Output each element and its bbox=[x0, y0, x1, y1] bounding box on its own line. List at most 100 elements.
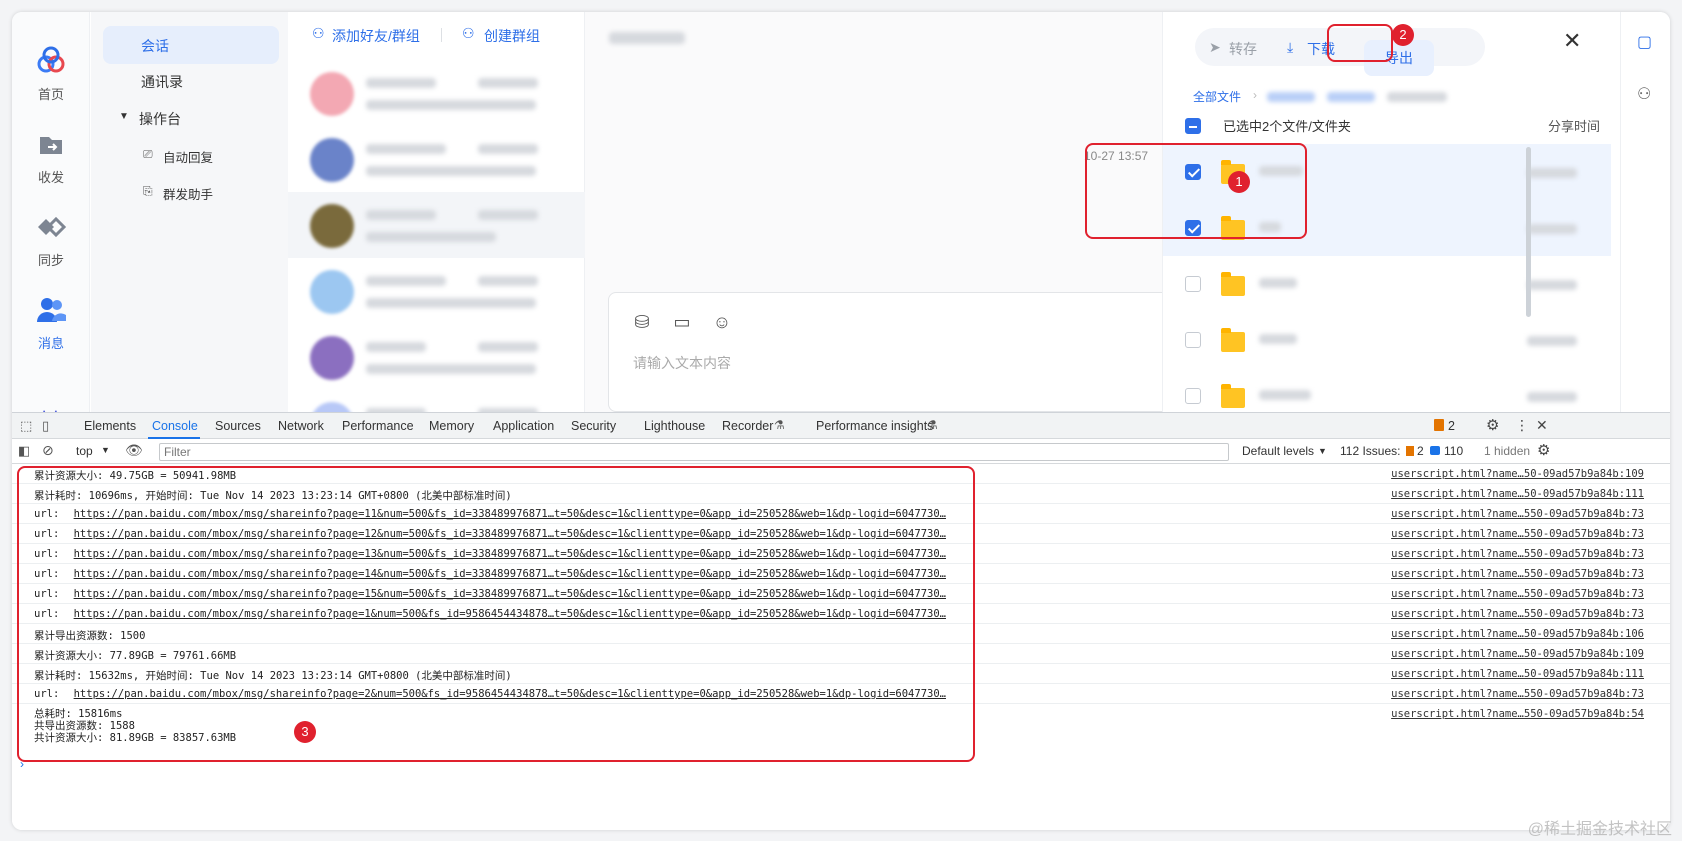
screen-icon[interactable]: ▭ bbox=[671, 311, 693, 333]
sidebar-item-console[interactable]: 操作台 bbox=[139, 109, 181, 129]
filter-input[interactable]: Filter bbox=[159, 443, 1229, 461]
caret-down-icon[interactable]: ▼ bbox=[119, 111, 129, 122]
select-all-checkbox[interactable] bbox=[1185, 118, 1201, 134]
log-source-link[interactable]: userscript.html?name…50-09ad57b9a84b:111 bbox=[1391, 668, 1644, 680]
file-row[interactable] bbox=[1163, 312, 1611, 368]
conversation-item[interactable] bbox=[288, 60, 585, 126]
log-source-link[interactable]: userscript.html?name…550-09ad57b9a84b:73 bbox=[1391, 508, 1644, 520]
folder-icon bbox=[1221, 328, 1245, 352]
conversation-item[interactable] bbox=[288, 258, 585, 324]
folder-icon bbox=[1221, 384, 1245, 408]
add-friend-button[interactable]: 添加好友/群组 bbox=[332, 26, 420, 46]
device-toggle-icon[interactable]: ▯ bbox=[42, 418, 49, 434]
issues-label[interactable]: 112 Issues: bbox=[1340, 444, 1400, 458]
sidebar-toggle-icon[interactable]: ◧ bbox=[18, 443, 30, 459]
context-select[interactable]: top bbox=[76, 444, 93, 458]
folder-share-icon[interactable]: ⛁ bbox=[631, 311, 653, 333]
warning-count[interactable]: 2 bbox=[1448, 419, 1455, 433]
conversation-item-selected[interactable] bbox=[288, 192, 585, 258]
clear-console-icon[interactable]: ⊘ bbox=[42, 442, 54, 459]
console-toolbar: ◧ ⊘ top ▼ 👁 Filter Default levels ▼ 112 … bbox=[12, 440, 1670, 464]
rail-item-messages[interactable]: 消息 bbox=[12, 293, 90, 352]
file-row[interactable] bbox=[1163, 256, 1611, 312]
close-devtools-icon[interactable]: ✕ bbox=[1536, 417, 1548, 434]
tab-elements[interactable]: Elements bbox=[84, 419, 136, 433]
annotation-badge: 3 bbox=[294, 721, 316, 743]
devtools-panel: ⬚ ▯ Elements Console Sources Network Per… bbox=[12, 412, 1670, 830]
right-strip: ▢ ⚇ bbox=[1620, 12, 1670, 442]
row-checkbox[interactable] bbox=[1185, 276, 1201, 292]
log-source-link[interactable]: userscript.html?name…50-09ad57b9a84b:109 bbox=[1391, 468, 1644, 480]
message-composer[interactable]: ⛁ ▭ ☺ 请输入文本内容 bbox=[608, 292, 1208, 412]
tab-lighthouse[interactable]: Lighthouse bbox=[644, 419, 705, 433]
log-source-link[interactable]: userscript.html?name…550-09ad57b9a84b:73 bbox=[1391, 588, 1644, 600]
rail-item-transfer[interactable]: 收发 bbox=[12, 127, 90, 186]
breadcrumb-root[interactable]: 全部文件 bbox=[1193, 88, 1241, 105]
gear-icon[interactable]: ⚙ bbox=[1486, 416, 1499, 434]
eye-icon[interactable]: 👁 bbox=[125, 442, 143, 459]
auto-reply-icon: ⎚ bbox=[143, 147, 153, 161]
sidebar-item-contacts[interactable]: 通讯录 bbox=[141, 72, 183, 92]
tab-performance-insights[interactable]: Performance insights bbox=[816, 419, 933, 433]
folder-outline-icon[interactable]: ▢ bbox=[1637, 32, 1652, 52]
log-source-link[interactable]: userscript.html?name…550-09ad57b9a84b:73 bbox=[1391, 608, 1644, 620]
log-source-link[interactable]: userscript.html?name…550-09ad57b9a84b:73 bbox=[1391, 548, 1644, 560]
info-icon bbox=[1430, 446, 1440, 455]
log-source-link[interactable]: userscript.html?name…550-09ad57b9a84b:73 bbox=[1391, 688, 1644, 700]
user-switch-icon[interactable]: ⚇ bbox=[1637, 84, 1651, 104]
conversation-item[interactable] bbox=[288, 126, 585, 192]
more-icon[interactable]: ⋮ bbox=[1515, 417, 1529, 434]
sidebar-item-auto-reply[interactable]: 自动回复 bbox=[163, 147, 213, 166]
log-source-link[interactable]: userscript.html?name…550-09ad57b9a84b:54 bbox=[1391, 708, 1644, 720]
log-source-link[interactable]: userscript.html?name…550-09ad57b9a84b:73 bbox=[1391, 528, 1644, 540]
chat-area: 10-27 13:57 ⛁ ▭ ☺ 请输入文本内容 bbox=[585, 12, 1208, 442]
console-settings-icon[interactable]: ⚙ bbox=[1537, 441, 1550, 459]
rail-item-sync[interactable]: 同步 bbox=[12, 210, 90, 269]
annotation-box bbox=[1327, 24, 1393, 62]
conversation-list: ⚇ 添加好友/群组 ⚇ 创建群组 bbox=[288, 12, 585, 446]
flask-icon: ⚗ bbox=[927, 418, 938, 432]
tab-security[interactable]: Security bbox=[571, 419, 616, 433]
annotation-box bbox=[1085, 143, 1307, 239]
tab-recorder[interactable]: Recorder bbox=[722, 419, 773, 433]
create-group-button[interactable]: 创建群组 bbox=[484, 26, 540, 46]
rail-label: 消息 bbox=[37, 336, 64, 351]
log-source-link[interactable]: userscript.html?name…50-09ad57b9a84b:109 bbox=[1391, 648, 1644, 660]
conversation-item[interactable] bbox=[288, 324, 585, 390]
sync-icon bbox=[38, 216, 67, 238]
emoji-icon[interactable]: ☺ bbox=[711, 311, 733, 333]
log-source-link[interactable]: userscript.html?name…50-09ad57b9a84b:106 bbox=[1391, 628, 1644, 640]
annotation-box bbox=[17, 466, 975, 762]
row-checkbox[interactable] bbox=[1185, 388, 1201, 404]
log-source-link[interactable]: userscript.html?name…50-09ad57b9a84b:111 bbox=[1391, 488, 1644, 500]
inspect-icon[interactable]: ⬚ bbox=[20, 418, 32, 434]
tab-sources[interactable]: Sources bbox=[215, 419, 261, 433]
close-icon[interactable]: ✕ bbox=[1563, 28, 1581, 54]
sidebar-item-sessions[interactable]: 会话 bbox=[141, 36, 169, 56]
tab-console[interactable]: Console bbox=[152, 419, 198, 433]
tab-memory[interactable]: Memory bbox=[429, 419, 474, 433]
log-source-link[interactable]: userscript.html?name…550-09ad57b9a84b:73 bbox=[1391, 568, 1644, 580]
save-button[interactable]: 转存 bbox=[1229, 39, 1257, 59]
tab-application[interactable]: Application bbox=[493, 419, 554, 433]
hidden-count: 1 hidden bbox=[1484, 444, 1531, 458]
watermark: @稀土掘金技术社区 bbox=[1527, 821, 1672, 838]
selection-info: 已选中2个文件/文件夹 bbox=[1223, 119, 1351, 134]
tab-network[interactable]: Network bbox=[278, 419, 324, 433]
log-levels-select[interactable]: Default levels bbox=[1242, 444, 1314, 458]
issues-info-count[interactable]: 110 bbox=[1444, 444, 1463, 458]
annotation-badge: 1 bbox=[1228, 171, 1250, 193]
tab-performance[interactable]: Performance bbox=[342, 419, 414, 433]
breadcrumb-item bbox=[1267, 92, 1315, 102]
download-icon: ⤓ bbox=[1287, 39, 1294, 55]
sidebar-item-broadcast[interactable]: 群发助手 bbox=[163, 184, 213, 203]
file-list-scrollbar[interactable] bbox=[1526, 147, 1531, 317]
rail-label: 收发 bbox=[37, 170, 64, 185]
message-input[interactable]: 请输入文本内容 bbox=[633, 353, 731, 373]
issues-warn-count[interactable]: 2 bbox=[1417, 444, 1424, 458]
add-user-icon: ⚇ bbox=[312, 25, 325, 41]
rail-item-home[interactable]: 首页 bbox=[12, 44, 90, 103]
row-checkbox[interactable] bbox=[1185, 332, 1201, 348]
rail-label: 同步 bbox=[37, 253, 64, 268]
group-icon: ⚇ bbox=[462, 25, 475, 41]
